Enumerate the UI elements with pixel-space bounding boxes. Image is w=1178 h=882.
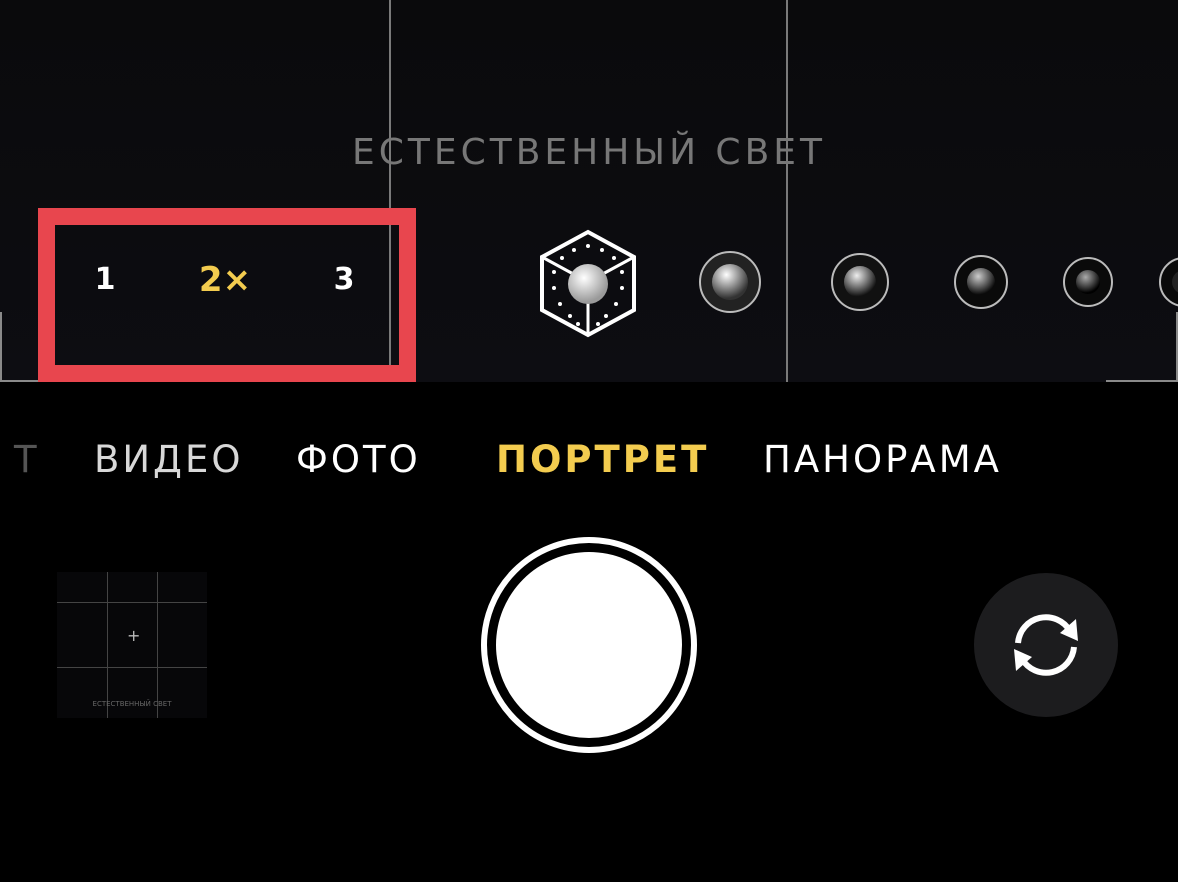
camera-flip-icon bbox=[1014, 614, 1078, 676]
mode-panorama[interactable]: ПАНОРАМА bbox=[763, 438, 1002, 481]
viewfinder[interactable]: ЕСТЕСТВЕННЫЙ СВЕТ 1 2× 3 bbox=[0, 0, 1178, 382]
lighting-option-high-key[interactable] bbox=[1158, 256, 1178, 308]
shutter-button[interactable] bbox=[481, 537, 697, 753]
thumb-focus-cross: + bbox=[127, 626, 141, 645]
lighting-option-stage-mono[interactable] bbox=[1062, 256, 1114, 308]
zoom-1x-button[interactable]: 1 bbox=[75, 262, 135, 297]
mode-video[interactable]: ВИДЕО bbox=[94, 438, 243, 481]
frame-corner-right bbox=[1106, 312, 1178, 382]
thumb-caption: ЕСТЕСТВЕННЫЙ СВЕТ bbox=[92, 700, 172, 708]
shutter-inner bbox=[496, 552, 682, 738]
lighting-option-contour[interactable] bbox=[830, 252, 890, 312]
portrait-lighting-cube-icon[interactable] bbox=[536, 228, 640, 340]
zoom-3x-button[interactable]: 3 bbox=[314, 262, 374, 297]
camera-mode-selector: Т ВИДЕО ФОТО ПОРТРЕТ ПАНОРАМА bbox=[0, 438, 1178, 488]
thumb-grid-v2 bbox=[157, 572, 158, 718]
camera-flip-button[interactable] bbox=[974, 573, 1118, 717]
lighting-option-studio[interactable] bbox=[698, 250, 762, 314]
lighting-mode-label: ЕСТЕСТВЕННЫЙ СВЕТ bbox=[351, 132, 827, 173]
lighting-option-stage[interactable] bbox=[953, 254, 1009, 310]
thumb-grid-h1 bbox=[57, 602, 207, 603]
zoom-2x-button[interactable]: 2× bbox=[195, 260, 255, 300]
mode-portrait[interactable]: ПОРТРЕТ bbox=[496, 438, 709, 481]
last-photo-thumbnail[interactable]: + ЕСТЕСТВЕННЫЙ СВЕТ bbox=[57, 572, 207, 718]
thumb-grid-v1 bbox=[107, 572, 108, 718]
frame-corner-left bbox=[0, 312, 42, 382]
mode-photo[interactable]: ФОТО bbox=[296, 438, 421, 481]
grid-line-vertical-2 bbox=[786, 0, 788, 382]
thumb-grid-h2 bbox=[57, 667, 207, 668]
mode-timelapse[interactable]: Т bbox=[14, 438, 40, 481]
